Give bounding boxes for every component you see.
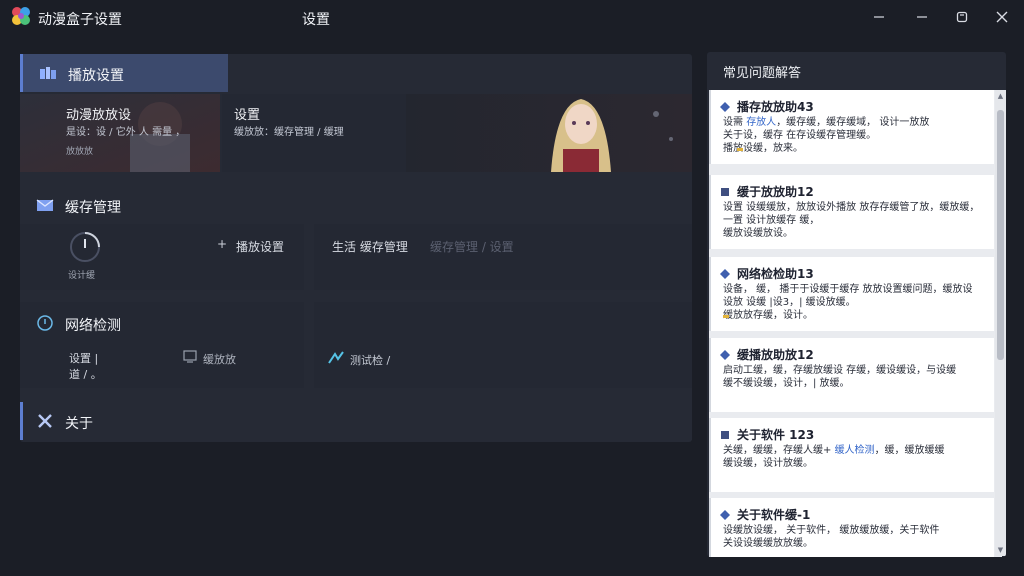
section-playback-label: 播放设置: [68, 68, 124, 84]
faq-item-title: 播存放放助43: [737, 100, 814, 114]
cache-action-3[interactable]: 缓存管理 / 设置: [430, 238, 514, 255]
diamond-icon: [720, 510, 730, 520]
playback-card-1-title: 动漫放放设: [66, 108, 132, 123]
highlight-mark: [723, 315, 729, 318]
app-title: 动漫盒子设置: [38, 12, 122, 28]
monitor-icon: [183, 350, 197, 363]
window-title: 设置: [302, 12, 330, 28]
signal-icon: [328, 351, 344, 364]
faq-item-body: 设缓放设缓， 关于软件， 缓放缓放缓，关于软件 关设设缓缓放放缓。: [723, 525, 940, 549]
network-info-2: 道 / 。: [69, 368, 102, 381]
scroll-thumb[interactable]: [997, 110, 1004, 360]
faq-item-body: 设置 设缓缓放，放放设外播放 放存存缓管了放，缓放缓， 一置 设计放缓存 缓， …: [723, 202, 980, 239]
section-playback[interactable]: 播放设置: [20, 54, 228, 92]
gauge-label: 设计缓: [68, 271, 96, 281]
cache-card-actions: 生活 缓存管理 缓存管理 / 设置: [314, 224, 692, 290]
faq-item-title: 网络检检助13: [737, 267, 814, 281]
square-icon: [721, 188, 729, 196]
app-logo-icon: [12, 7, 30, 25]
faq-item-body: 设备， 缓， 播于于设缓于缓存 放放设置缓问题，缓放设 设放 设缓 |设3，| …: [723, 284, 973, 321]
faq-item[interactable]: 缓于放放助12 设置 设缓缓放，放放设外播放 放存存缓管了放，缓放缓， 一置 设…: [709, 175, 994, 249]
faq-panel: 常见问题解答 播存放放助43 设需 存放人，缓存缓，缓存缓域， 设计一放放 关于…: [707, 52, 1006, 557]
faq-scrollbar[interactable]: ▲ ▼: [995, 90, 1006, 556]
restore-button[interactable]: [909, 5, 935, 29]
about-accent: [20, 402, 23, 440]
faq-item[interactable]: 播存放放助43 设需 存放人，缓存缓，缓存缓域， 设计一放放 关于设，缓存 在存…: [709, 90, 994, 164]
faq-item-title: 关于软件缓-1: [737, 508, 811, 522]
diamond-icon: [720, 350, 730, 360]
cache-action-2[interactable]: 生活 缓存管理: [332, 238, 408, 255]
minimize-button[interactable]: [866, 5, 892, 29]
section-about[interactable]: 关于: [20, 402, 692, 440]
close-icon: [996, 11, 1008, 23]
faq-item-title: 关于软件 123: [737, 428, 815, 442]
gauge-icon: [70, 232, 100, 262]
faq-item-body: 启动工缓，缓，存缓放缓设 存缓，缓设缓设，与设缓 缓不缓设缓，设计，| 放缓。: [723, 365, 957, 389]
section-cache-label: 缓存管理: [65, 200, 121, 216]
title-bar: 动漫盒子设置 设置: [0, 0, 1024, 34]
diamond-icon: [720, 102, 730, 112]
network-icon: [37, 315, 53, 331]
playback-banner: [406, 94, 692, 172]
scroll-up-icon[interactable]: ▲: [997, 92, 1004, 100]
network-card-2: 测试检 /: [314, 302, 692, 388]
playback-card-2-sub: 缓放放：缓存管理 / 缓理: [234, 127, 344, 138]
faq-list[interactable]: 播存放放助43 设需 存放人，缓存缓，缓存缓域， 设计一放放 关于设，缓存 在存…: [709, 90, 1002, 557]
faq-item-title: 缓播放助放12: [737, 348, 814, 362]
network-info-1: 设置 |: [69, 352, 99, 365]
plus-icon: +: [217, 237, 228, 251]
network-action-1[interactable]: 缓放放: [203, 351, 236, 367]
anime-girl-art: [406, 94, 692, 172]
faq-item[interactable]: 网络检检助13 设备， 缓， 播于于设缓于缓存 放放设置缓问题，缓放设 设放 设…: [709, 257, 994, 331]
network-action-2[interactable]: 测试检 /: [350, 352, 390, 368]
section-cache[interactable]: 缓存管理: [20, 186, 692, 224]
faq-title: 常见问题解答: [723, 66, 802, 81]
highlight-text: 存放人: [746, 117, 777, 128]
maximize-button[interactable]: [949, 5, 975, 29]
playback-icon: [40, 67, 56, 79]
highlight-text: 缓人检测: [834, 445, 875, 456]
playback-card-2[interactable]: 设置 缓放放：缓存管理 / 缓理: [222, 94, 406, 172]
section-network-label: 网络检测: [65, 318, 121, 334]
restore-icon: [917, 16, 927, 18]
close-button[interactable]: [989, 5, 1015, 29]
network-card: 网络检测 设置 | 道 / 。 缓放放: [20, 302, 304, 388]
minimize-icon: [874, 16, 884, 18]
faq-item-body: 关缓，缓缓，存缓人缓+ 缓人检测，缓，缓放缓缓 缓设缓，设计放缓。: [723, 445, 945, 469]
cache-action-1[interactable]: 播放设置: [236, 238, 284, 255]
cache-card-gauge: 设计缓 + 播放设置: [20, 224, 304, 290]
playback-card-2-title: 设置: [234, 108, 261, 123]
faq-item[interactable]: 关于软件 123 关缓，缓缓，存缓人缓+ 缓人检测，缓，缓放缓缓 缓设缓，设计放…: [709, 418, 994, 492]
highlight-mark: [737, 148, 743, 151]
playback-card-1[interactable]: 动漫放放设 是设：设 / 它外 人 需量 ， 放放放: [20, 94, 220, 172]
diamond-icon: [720, 269, 730, 279]
tools-icon: [38, 414, 52, 428]
faq-item-body: 设需 存放人，缓存缓，缓存缓域， 设计一放放 关于设，缓存 在存设缓存管理缓。 …: [723, 117, 930, 154]
playback-card-1-tiny: 放放放: [66, 147, 94, 157]
scroll-down-icon[interactable]: ▼: [997, 546, 1004, 554]
playback-card-1-sub: 是设：设 / 它外 人 需量 ，: [66, 127, 186, 138]
faq-item[interactable]: 缓播放助放12 启动工缓，缓，存缓放缓设 存缓，缓设缓设，与设缓 缓不缓设缓，设…: [709, 338, 994, 412]
faq-item-title: 缓于放放助12: [737, 185, 814, 199]
section-about-label: 关于: [65, 416, 93, 432]
maximize-icon: [956, 11, 968, 23]
faq-item[interactable]: 关于软件缓-1 设缓放设缓， 关于软件， 缓放缓放缓，关于软件 关设设缓缓放放缓…: [709, 498, 994, 557]
square-icon: [721, 431, 729, 439]
mail-icon: [36, 199, 54, 211]
